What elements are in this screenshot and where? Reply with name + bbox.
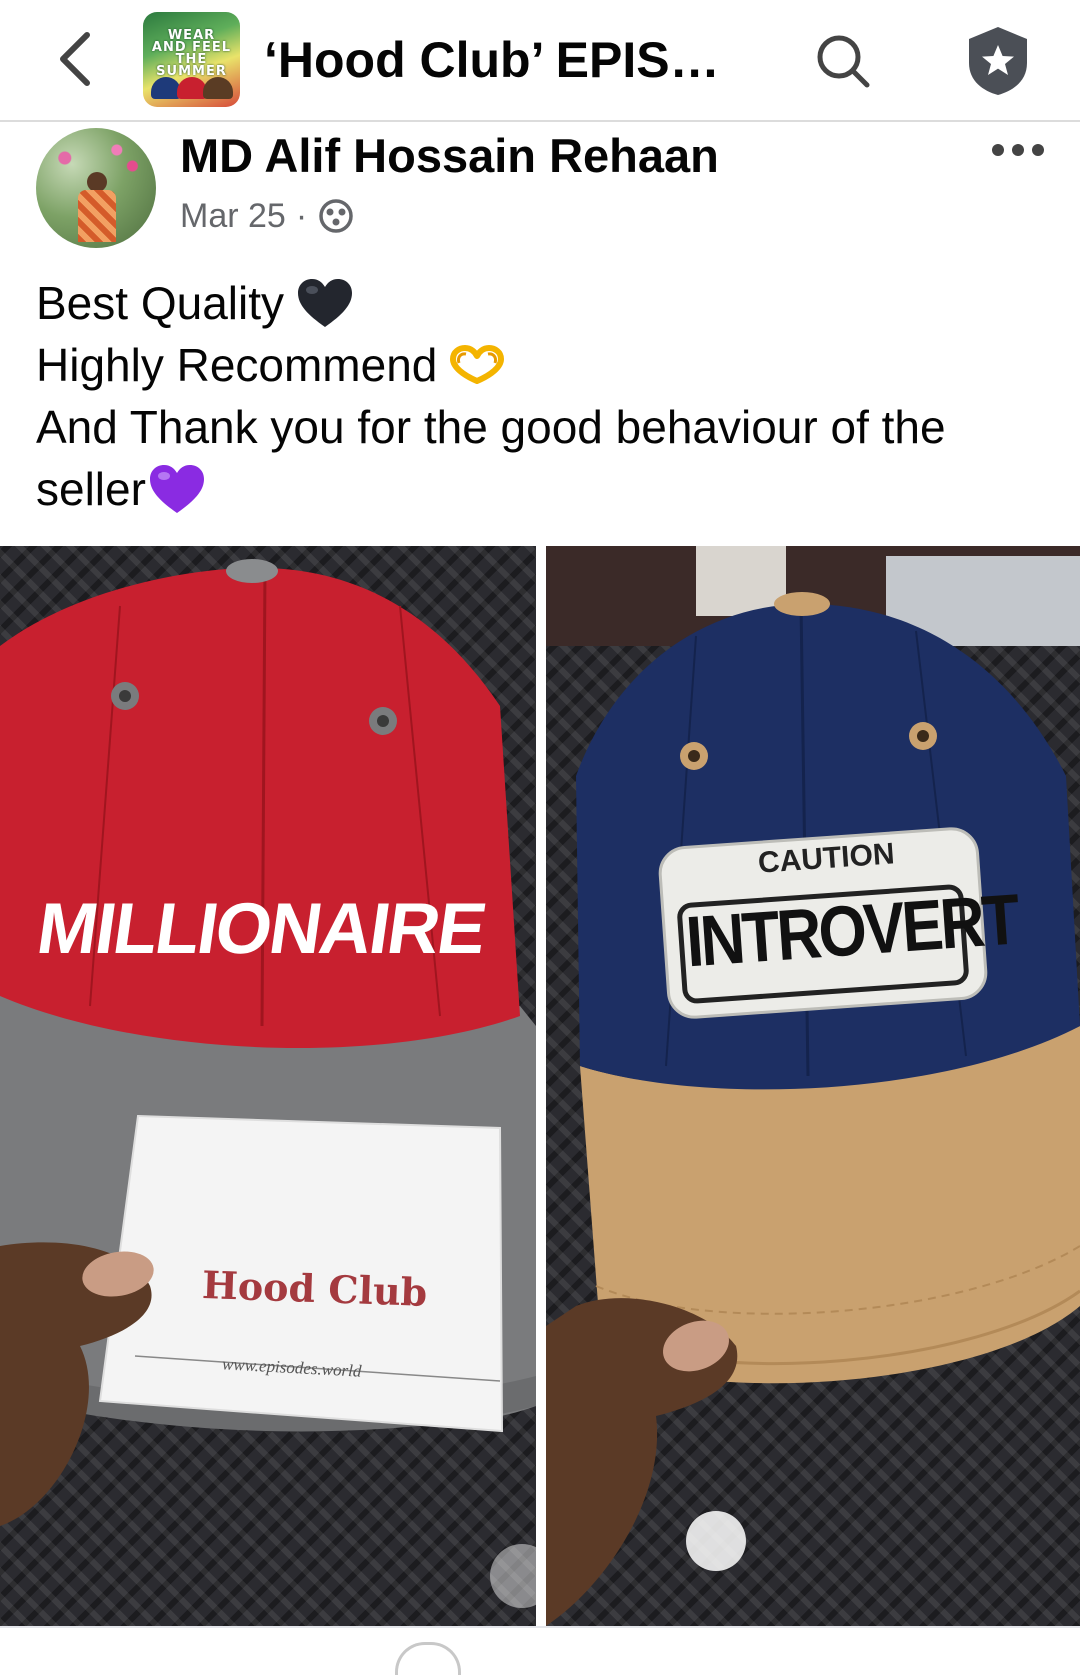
post-line: And Thank you for the good behaviour of … — [36, 396, 1046, 458]
business-card-title: Hood Club — [201, 1262, 428, 1315]
search-button[interactable] — [808, 26, 878, 96]
shield-star-icon — [969, 27, 1027, 95]
back-button[interactable] — [40, 24, 110, 94]
cap-embroidery-text: MILLIONAIRE — [32, 889, 490, 969]
post-date[interactable]: Mar 25 — [180, 197, 286, 236]
more-options-button[interactable] — [986, 132, 1050, 168]
post-line-text: Best Quality — [36, 277, 284, 329]
privacy-button[interactable] — [317, 197, 355, 235]
globe-icon — [319, 199, 353, 233]
chevron-left-icon — [60, 32, 90, 86]
navy-cap-illustration — [546, 546, 1080, 1626]
group-header: WEAR AND FEEL THE SUMMER ‘Hood Club’ EPI… — [0, 0, 1080, 122]
search-icon — [817, 35, 870, 88]
purple-heart-icon — [148, 463, 206, 515]
red-cap-illustration — [0, 559, 536, 1608]
post-meta: Mar 25 · — [180, 196, 355, 236]
post-line: Highly Recommend — [36, 334, 1046, 396]
avatar-figure-head — [87, 172, 107, 192]
author-name[interactable]: MD Alif Hossain Rehaan — [180, 128, 719, 184]
heart-hands-icon — [449, 345, 505, 385]
more-dots-icon — [992, 144, 1044, 156]
post-text: Best Quality Highly Recommend And Thank … — [36, 272, 1046, 520]
admin-shield-button[interactable] — [962, 22, 1034, 100]
meta-separator: · — [295, 196, 308, 235]
group-thumbnail-text: WEAR AND FEEL THE SUMMER — [151, 28, 232, 79]
author-avatar[interactable] — [36, 128, 156, 248]
avatar-figure-body — [78, 190, 116, 242]
thumb-cap-brown — [203, 77, 233, 99]
black-heart-icon — [296, 277, 354, 329]
post-line-text: seller — [36, 463, 146, 515]
post-line-text: Highly Recommend — [36, 339, 438, 391]
footer-handle — [395, 1642, 461, 1675]
group-thumbnail[interactable]: WEAR AND FEEL THE SUMMER — [143, 12, 240, 107]
group-title[interactable]: ‘Hood Club’ EPISODES — [264, 30, 754, 90]
post-line: Best Quality — [36, 272, 1046, 334]
post-footer — [0, 1626, 1080, 1675]
post-line: seller — [36, 458, 1046, 520]
post-photo-navy-cap[interactable]: CAUTION INTROVERT — [546, 546, 1080, 1626]
post-photo-red-cap[interactable]: MILLIONAIRE Hood Club www.episodes.world — [0, 546, 536, 1626]
post-line-text: And Thank you for the good behaviour of … — [36, 401, 946, 453]
